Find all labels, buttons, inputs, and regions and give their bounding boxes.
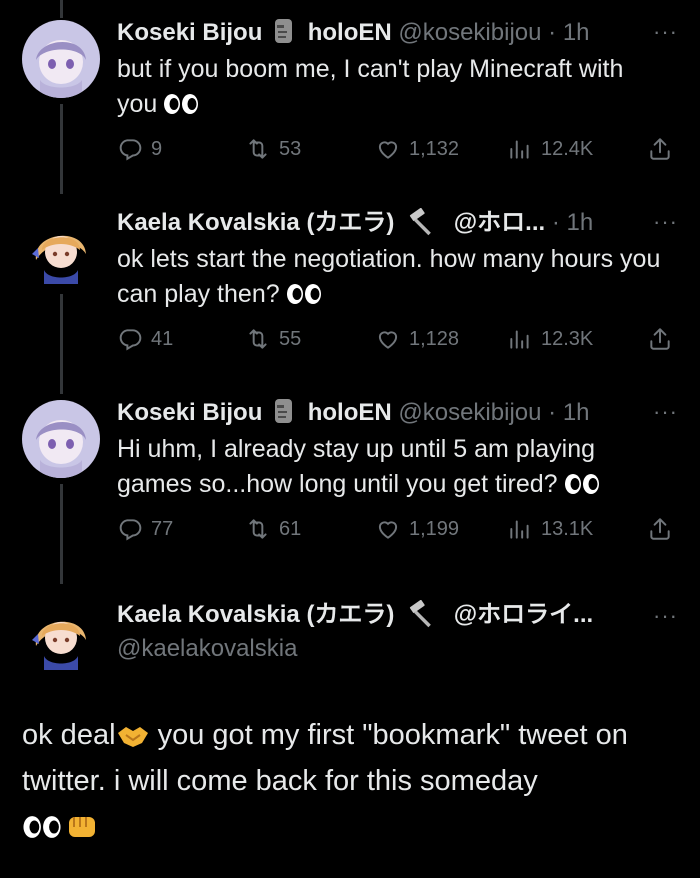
view-count: 13.1K xyxy=(541,517,594,540)
handle[interactable]: @kosekibijou xyxy=(398,19,541,46)
display-name[interactable]: Kaela Kovalskia (カエラ) xyxy=(117,601,394,628)
reply-button[interactable]: 77 xyxy=(117,516,173,542)
tweet-text: but if you boom me, I can't play Minecra… xyxy=(117,55,624,118)
handle-line: @kaelakovalskia xyxy=(117,634,640,664)
avatar[interactable] xyxy=(22,210,100,288)
tweet-actions: 9 53 1,132 12.4K xyxy=(117,136,676,166)
retweet-icon xyxy=(245,326,271,352)
avatar[interactable] xyxy=(22,596,100,674)
separator: · xyxy=(548,19,557,46)
display-name[interactable]: Koseki Bijou xyxy=(117,399,262,426)
timestamp[interactable]: 1h xyxy=(563,19,590,46)
eyes-emoji-icon xyxy=(286,283,322,305)
display-name-suffix[interactable]: holoEN xyxy=(308,19,392,46)
reply-icon xyxy=(117,326,143,352)
like-count: 1,132 xyxy=(409,137,460,160)
avatar[interactable] xyxy=(22,20,100,98)
like-button[interactable]: 1,128 xyxy=(375,326,459,352)
views-icon xyxy=(507,516,533,542)
reply-button[interactable]: 41 xyxy=(117,326,173,352)
retweet-icon xyxy=(245,516,271,542)
display-name[interactable]: Koseki Bijou xyxy=(117,19,262,46)
handle[interactable]: @kosekibijou xyxy=(398,399,541,426)
reply-icon xyxy=(117,136,143,162)
more-icon[interactable]: ··· xyxy=(653,605,678,627)
tweet[interactable]: Koseki Bijou holoEN @kosekibijou · 1h ··… xyxy=(0,18,700,188)
eyes-emoji-icon xyxy=(22,815,62,839)
tweet-text: Hi uhm, I already stay up until 5 am pla… xyxy=(117,432,670,502)
reply-icon xyxy=(117,516,143,542)
views-icon xyxy=(507,326,533,352)
separator: · xyxy=(548,399,557,426)
retweet-count: 55 xyxy=(279,327,302,350)
thread-line xyxy=(60,0,63,18)
tweet[interactable]: Koseki Bijou holoEN @kosekibijou · 1h ··… xyxy=(0,398,700,568)
view-count: 12.3K xyxy=(541,327,594,350)
retweet-button[interactable]: 53 xyxy=(245,136,301,162)
fist-emoji-icon xyxy=(69,817,95,837)
like-button[interactable]: 1,132 xyxy=(375,136,459,162)
tweet[interactable]: Kaela Kovalskia (カエラ) @ホロ... · 1h ··· ok… xyxy=(0,208,700,378)
handle-short[interactable]: @ホロライ... xyxy=(454,601,593,628)
reply-count: 77 xyxy=(151,517,174,540)
hammer-icon xyxy=(407,600,437,628)
handshake-emoji-icon xyxy=(117,727,148,747)
focused-tweet-text: ok deal you got my first "bookmark" twee… xyxy=(22,712,678,850)
display-name[interactable]: Kaela Kovalskia (カエラ) xyxy=(117,209,394,236)
views-button[interactable]: 12.4K xyxy=(507,136,593,162)
moai-icon xyxy=(273,18,295,44)
retweet-button[interactable]: 55 xyxy=(245,326,301,352)
share-icon xyxy=(647,136,673,162)
more-icon[interactable]: ··· xyxy=(653,211,678,233)
tweet-actions: 41 55 1,128 12.3K xyxy=(117,326,676,356)
views-button[interactable]: 12.3K xyxy=(507,326,593,352)
view-count: 12.4K xyxy=(541,137,594,160)
tweet-header: Kaela Kovalskia (カエラ) @ホロ... · 1h xyxy=(117,208,640,238)
timestamp[interactable]: 1h xyxy=(563,399,590,426)
tweet-actions: 77 61 1,199 13.1K xyxy=(117,516,676,546)
retweet-count: 53 xyxy=(279,137,302,160)
heart-icon xyxy=(375,516,401,542)
share-icon xyxy=(647,516,673,542)
heart-icon xyxy=(375,136,401,162)
retweet-count: 61 xyxy=(279,517,302,540)
display-name-suffix[interactable]: holoEN xyxy=(308,399,392,426)
retweet-icon xyxy=(245,136,271,162)
share-button[interactable] xyxy=(647,326,673,352)
like-count: 1,199 xyxy=(409,517,460,540)
more-icon[interactable]: ··· xyxy=(653,21,678,43)
heart-icon xyxy=(375,326,401,352)
tweet-text: ok lets start the negotiation. how many … xyxy=(117,245,661,308)
handle[interactable]: @ホロ... xyxy=(454,209,545,236)
views-icon xyxy=(507,136,533,162)
share-button[interactable] xyxy=(647,516,673,542)
share-icon xyxy=(647,326,673,352)
like-button[interactable]: 1,199 xyxy=(375,516,459,542)
tweet-header: Koseki Bijou holoEN @kosekibijou · 1h xyxy=(117,18,640,48)
views-button[interactable]: 13.1K xyxy=(507,516,593,542)
avatar[interactable] xyxy=(22,400,100,478)
handle[interactable]: @kaelakovalskia xyxy=(117,635,297,662)
like-count: 1,128 xyxy=(409,327,460,350)
retweet-button[interactable]: 61 xyxy=(245,516,301,542)
tweet-header: Koseki Bijou holoEN @kosekibijou · 1h xyxy=(117,398,640,428)
hammer-icon xyxy=(407,208,437,236)
share-button[interactable] xyxy=(647,136,673,162)
reply-count: 9 xyxy=(151,137,163,160)
reply-count: 41 xyxy=(151,327,174,350)
eyes-emoji-icon xyxy=(163,93,199,115)
separator: · xyxy=(551,209,560,236)
tweet-header: Kaela Kovalskia (カエラ) @ホロライ... xyxy=(117,600,640,630)
eyes-emoji-icon xyxy=(564,473,600,495)
more-icon[interactable]: ··· xyxy=(653,401,678,423)
moai-icon xyxy=(273,398,295,424)
focused-tweet[interactable]: Kaela Kovalskia (カエラ) @ホロライ... @kaelakov… xyxy=(0,596,700,686)
reply-button[interactable]: 9 xyxy=(117,136,162,162)
timestamp[interactable]: 1h xyxy=(567,209,594,236)
